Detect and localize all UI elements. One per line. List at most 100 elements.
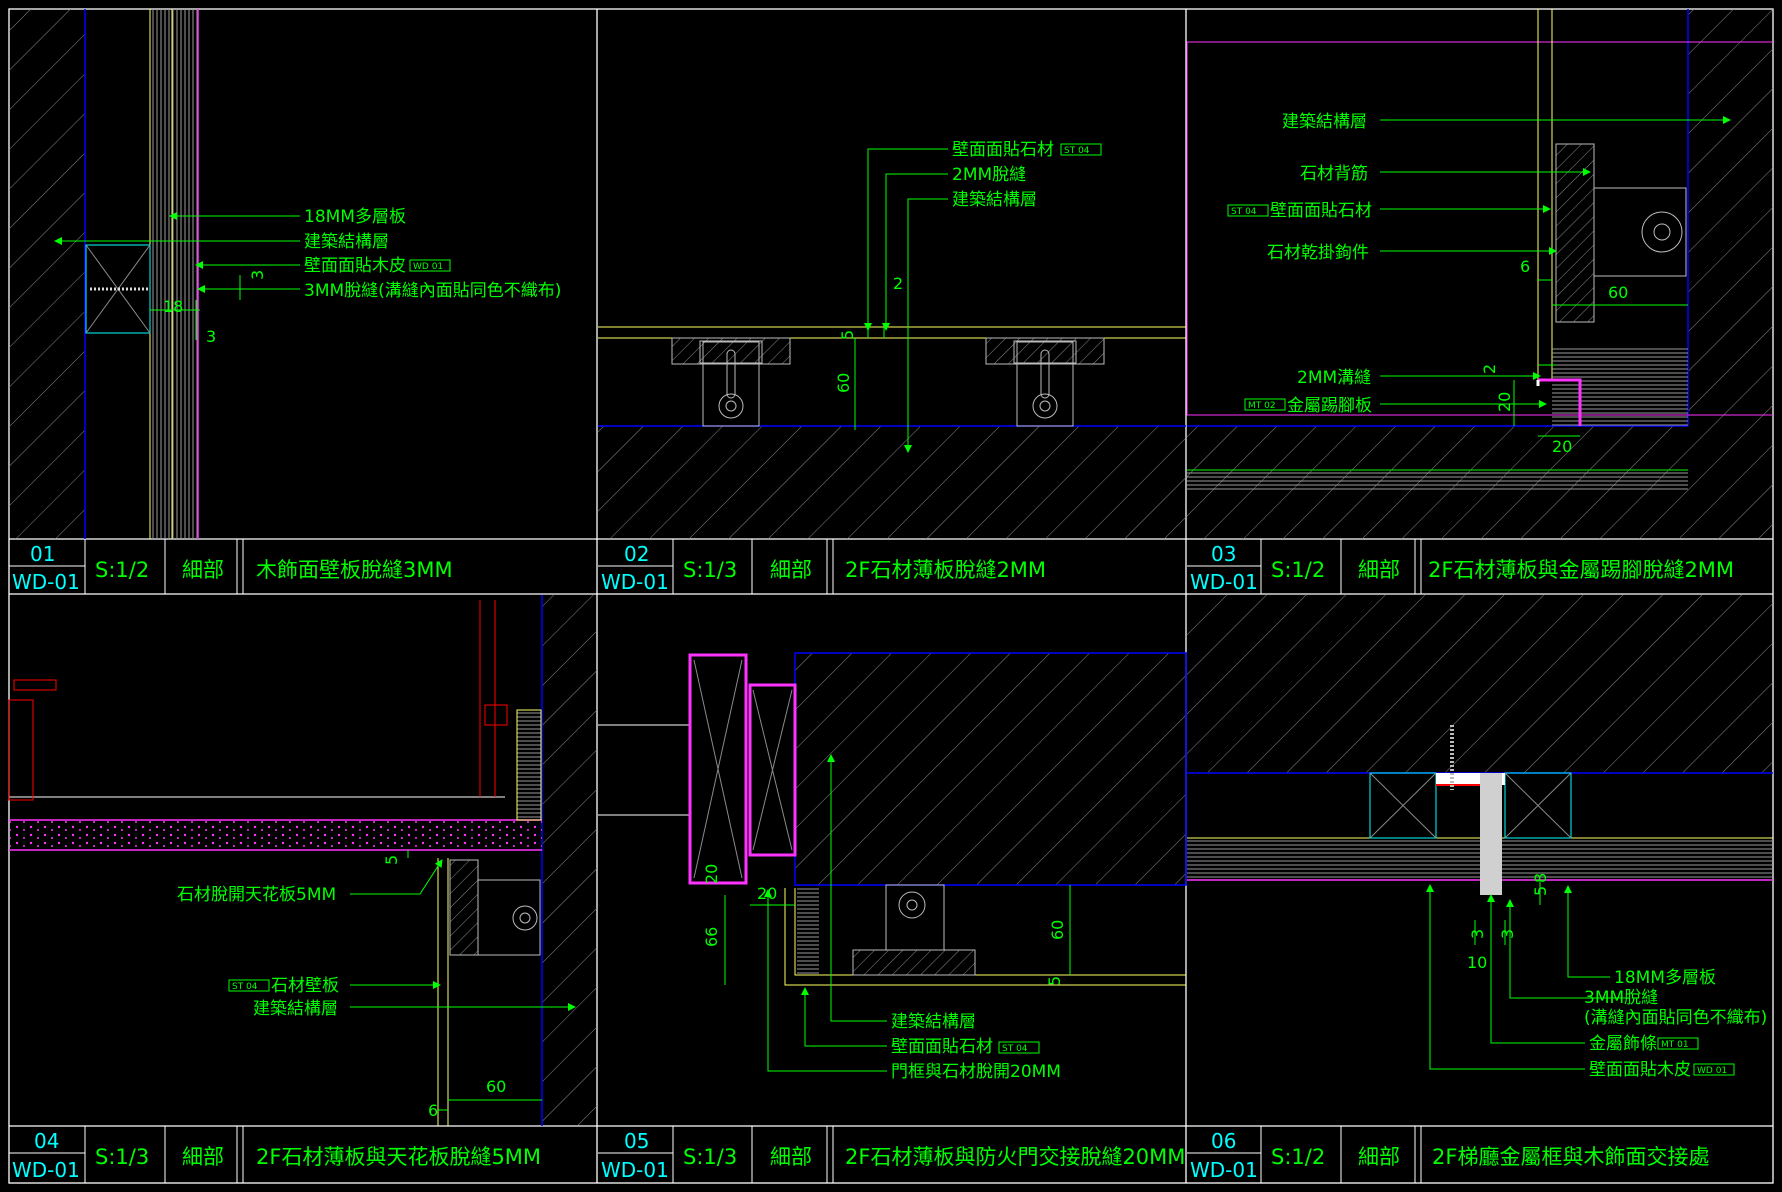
dim-10: 10: [1467, 953, 1487, 972]
tag-mt01: MT 01: [1661, 1040, 1689, 1050]
detail-kind: 細部: [182, 558, 224, 582]
tag-st04: ST 04: [1064, 146, 1090, 156]
detail-05-drawing: [598, 652, 1187, 1072]
label-door-frame-gap: 門框與石材脫開20MM: [891, 1062, 1061, 1082]
scale: S:1/2: [1271, 1145, 1325, 1169]
label-structure: 建築結構層: [253, 999, 338, 1019]
scale: S:1/2: [95, 558, 149, 582]
dim-60: 60: [1048, 920, 1067, 940]
dim-20-horizontal: 20: [1552, 437, 1572, 456]
detail-02-title-block: 02 WD-01 S:1/3 細部 2F石材薄板脫縫2MM: [598, 539, 1046, 594]
sheet-ref: WD-01: [601, 1158, 669, 1182]
detail-01-title-block: 01 WD-01 S:1/2 細部 木飾面壁板脫縫3MM: [9, 539, 453, 594]
tag-st04: ST 04: [1002, 1044, 1028, 1054]
dim-6: 6: [428, 1101, 438, 1120]
label-stone-facing: 壁面面貼石材: [891, 1037, 993, 1057]
detail-04-drawing: [8, 595, 597, 1126]
dim-18: 18: [163, 297, 183, 316]
detail-number: 02: [624, 542, 649, 566]
label-structure: 建築結構層: [891, 1012, 976, 1032]
cad-detail-sheet: 18MM多層板 建築結構層 壁面面貼木皮 WD 01 3MM脫縫(溝縫內面貼同色…: [8, 8, 1774, 1184]
label-structure: 建築結構層: [952, 190, 1037, 210]
label-metal-skirting: 金屬踢腳板: [1287, 396, 1372, 416]
label-dry-hang-clip: 石材乾掛鉤件: [1267, 243, 1369, 263]
label-18mm-plywood: 18MM多層板: [1614, 968, 1716, 988]
dim-5: 5: [838, 330, 857, 340]
detail-02-drawing: [598, 148, 1186, 539]
dim-3-left: 3: [1468, 929, 1487, 939]
tag-wd01: WD 01: [1697, 1066, 1727, 1076]
detail-06-drawing: [1187, 595, 1773, 1070]
dim-20-vertical: 20: [702, 864, 721, 884]
dim-6: 6: [1520, 257, 1530, 276]
label-18mm-plywood: 18MM多層板: [304, 207, 406, 227]
detail-number: 03: [1211, 542, 1236, 566]
label-3mm-reveal: 3MM脫縫: [1584, 988, 1658, 1008]
sheet-ref: WD-01: [12, 1158, 80, 1182]
dim-60: 60: [486, 1077, 506, 1096]
label-structure: 建築結構層: [304, 232, 389, 252]
dim-3-bottom: 3: [206, 327, 216, 346]
detail-title: 2F石材薄板與天花板脫縫5MM: [256, 1145, 541, 1169]
detail-kind: 細部: [770, 558, 812, 582]
label-2mm-reveal: 2MM脫縫: [952, 165, 1026, 185]
sheet-ref: WD-01: [1190, 1158, 1258, 1182]
detail-number: 04: [34, 1129, 59, 1153]
dim-2: 2: [893, 274, 903, 293]
detail-05-title-block: 05 WD-01 S:1/3 細部 2F石材薄板與防火門交接脫縫20MM: [598, 1126, 1185, 1183]
dim-3: 3: [248, 270, 267, 280]
dim-60: 60: [1608, 283, 1628, 302]
detail-number: 01: [30, 542, 55, 566]
dim-3-right: 3: [1498, 929, 1517, 939]
detail-01-annotations: 18MM多層板 建築結構層 壁面面貼木皮 WD 01 3MM脫縫(溝縫內面貼同色…: [163, 207, 561, 346]
tag-st04: ST 04: [232, 982, 258, 992]
dim-8: 8: [1531, 873, 1550, 883]
detail-03-title-block: 03 WD-01 S:1/2 細部 2F石材薄板與金屬踢腳脫縫2MM: [1187, 539, 1734, 594]
scale: S:1/2: [1271, 558, 1325, 582]
dim-5: 5: [1045, 976, 1064, 986]
label-structure: 建築結構層: [1282, 112, 1367, 132]
sheet-ref: WD-01: [1190, 570, 1258, 594]
dim-5: 5: [382, 855, 401, 865]
detail-04-title-block: 04 WD-01 S:1/3 細部 2F石材薄板與天花板脫縫5MM: [9, 1126, 541, 1183]
dim-60: 60: [834, 373, 853, 393]
sheet-ref: WD-01: [12, 570, 80, 594]
label-stone-wall-panel: 石材壁板: [271, 976, 339, 996]
detail-06-annotations: 18MM多層板 3MM脫縫 (溝縫內面貼同色不織布) 金屬飾條 MT 01 壁面…: [1467, 873, 1767, 1080]
scale: S:1/3: [683, 558, 737, 582]
dim-5: 5: [1531, 886, 1550, 896]
dim-20-horizontal: 20: [757, 884, 777, 903]
stone-anchor-right: [985, 337, 1105, 427]
label-3mm-reveal: 3MM脫縫(溝縫內面貼同色不織布): [304, 281, 561, 301]
label-2mm-groove: 2MM溝縫: [1297, 368, 1371, 388]
label-stone-facing: 壁面面貼石材: [952, 140, 1054, 160]
detail-title: 2F梯廳金屬框與木飾面交接處: [1432, 1145, 1709, 1169]
detail-number: 05: [624, 1129, 649, 1153]
tag-wd01: WD 01: [413, 262, 443, 272]
label-stone-ceiling-gap: 石材脫開天花板5MM: [177, 885, 336, 905]
tag-st04: ST 04: [1231, 207, 1257, 217]
label-metal-trim: 金屬飾條: [1589, 1034, 1657, 1054]
label-reveal-note: (溝縫內面貼同色不織布): [1584, 1008, 1767, 1028]
detail-kind: 細部: [1358, 558, 1400, 582]
scale: S:1/3: [683, 1145, 737, 1169]
label-wood-veneer: 壁面面貼木皮: [1589, 1060, 1691, 1080]
stone-anchor-left: [671, 337, 791, 427]
detail-title: 2F石材薄板脫縫2MM: [845, 558, 1046, 582]
dim-66: 66: [702, 927, 721, 947]
detail-kind: 細部: [182, 1145, 224, 1169]
detail-title: 2F石材薄板與金屬踢腳脫縫2MM: [1428, 558, 1734, 582]
label-wood-veneer: 壁面面貼木皮: [304, 256, 406, 276]
dim-20-vertical: 20: [1495, 392, 1514, 412]
scale: S:1/3: [95, 1145, 149, 1169]
label-stone-facing: 壁面面貼石材: [1270, 201, 1372, 221]
detail-kind: 細部: [770, 1145, 812, 1169]
tag-mt02: MT 02: [1248, 401, 1276, 411]
detail-06-title-block: 06 WD-01 S:1/2 細部 2F梯廳金屬框與木飾面交接處: [1187, 1126, 1709, 1183]
detail-title: 木飾面壁板脫縫3MM: [256, 558, 453, 582]
sheet-ref: WD-01: [601, 570, 669, 594]
detail-title: 2F石材薄板與防火門交接脫縫20MM: [845, 1145, 1185, 1169]
label-stone-back-rib: 石材背筋: [1300, 164, 1368, 184]
dim-2: 2: [1480, 364, 1499, 374]
detail-number: 06: [1211, 1129, 1236, 1153]
